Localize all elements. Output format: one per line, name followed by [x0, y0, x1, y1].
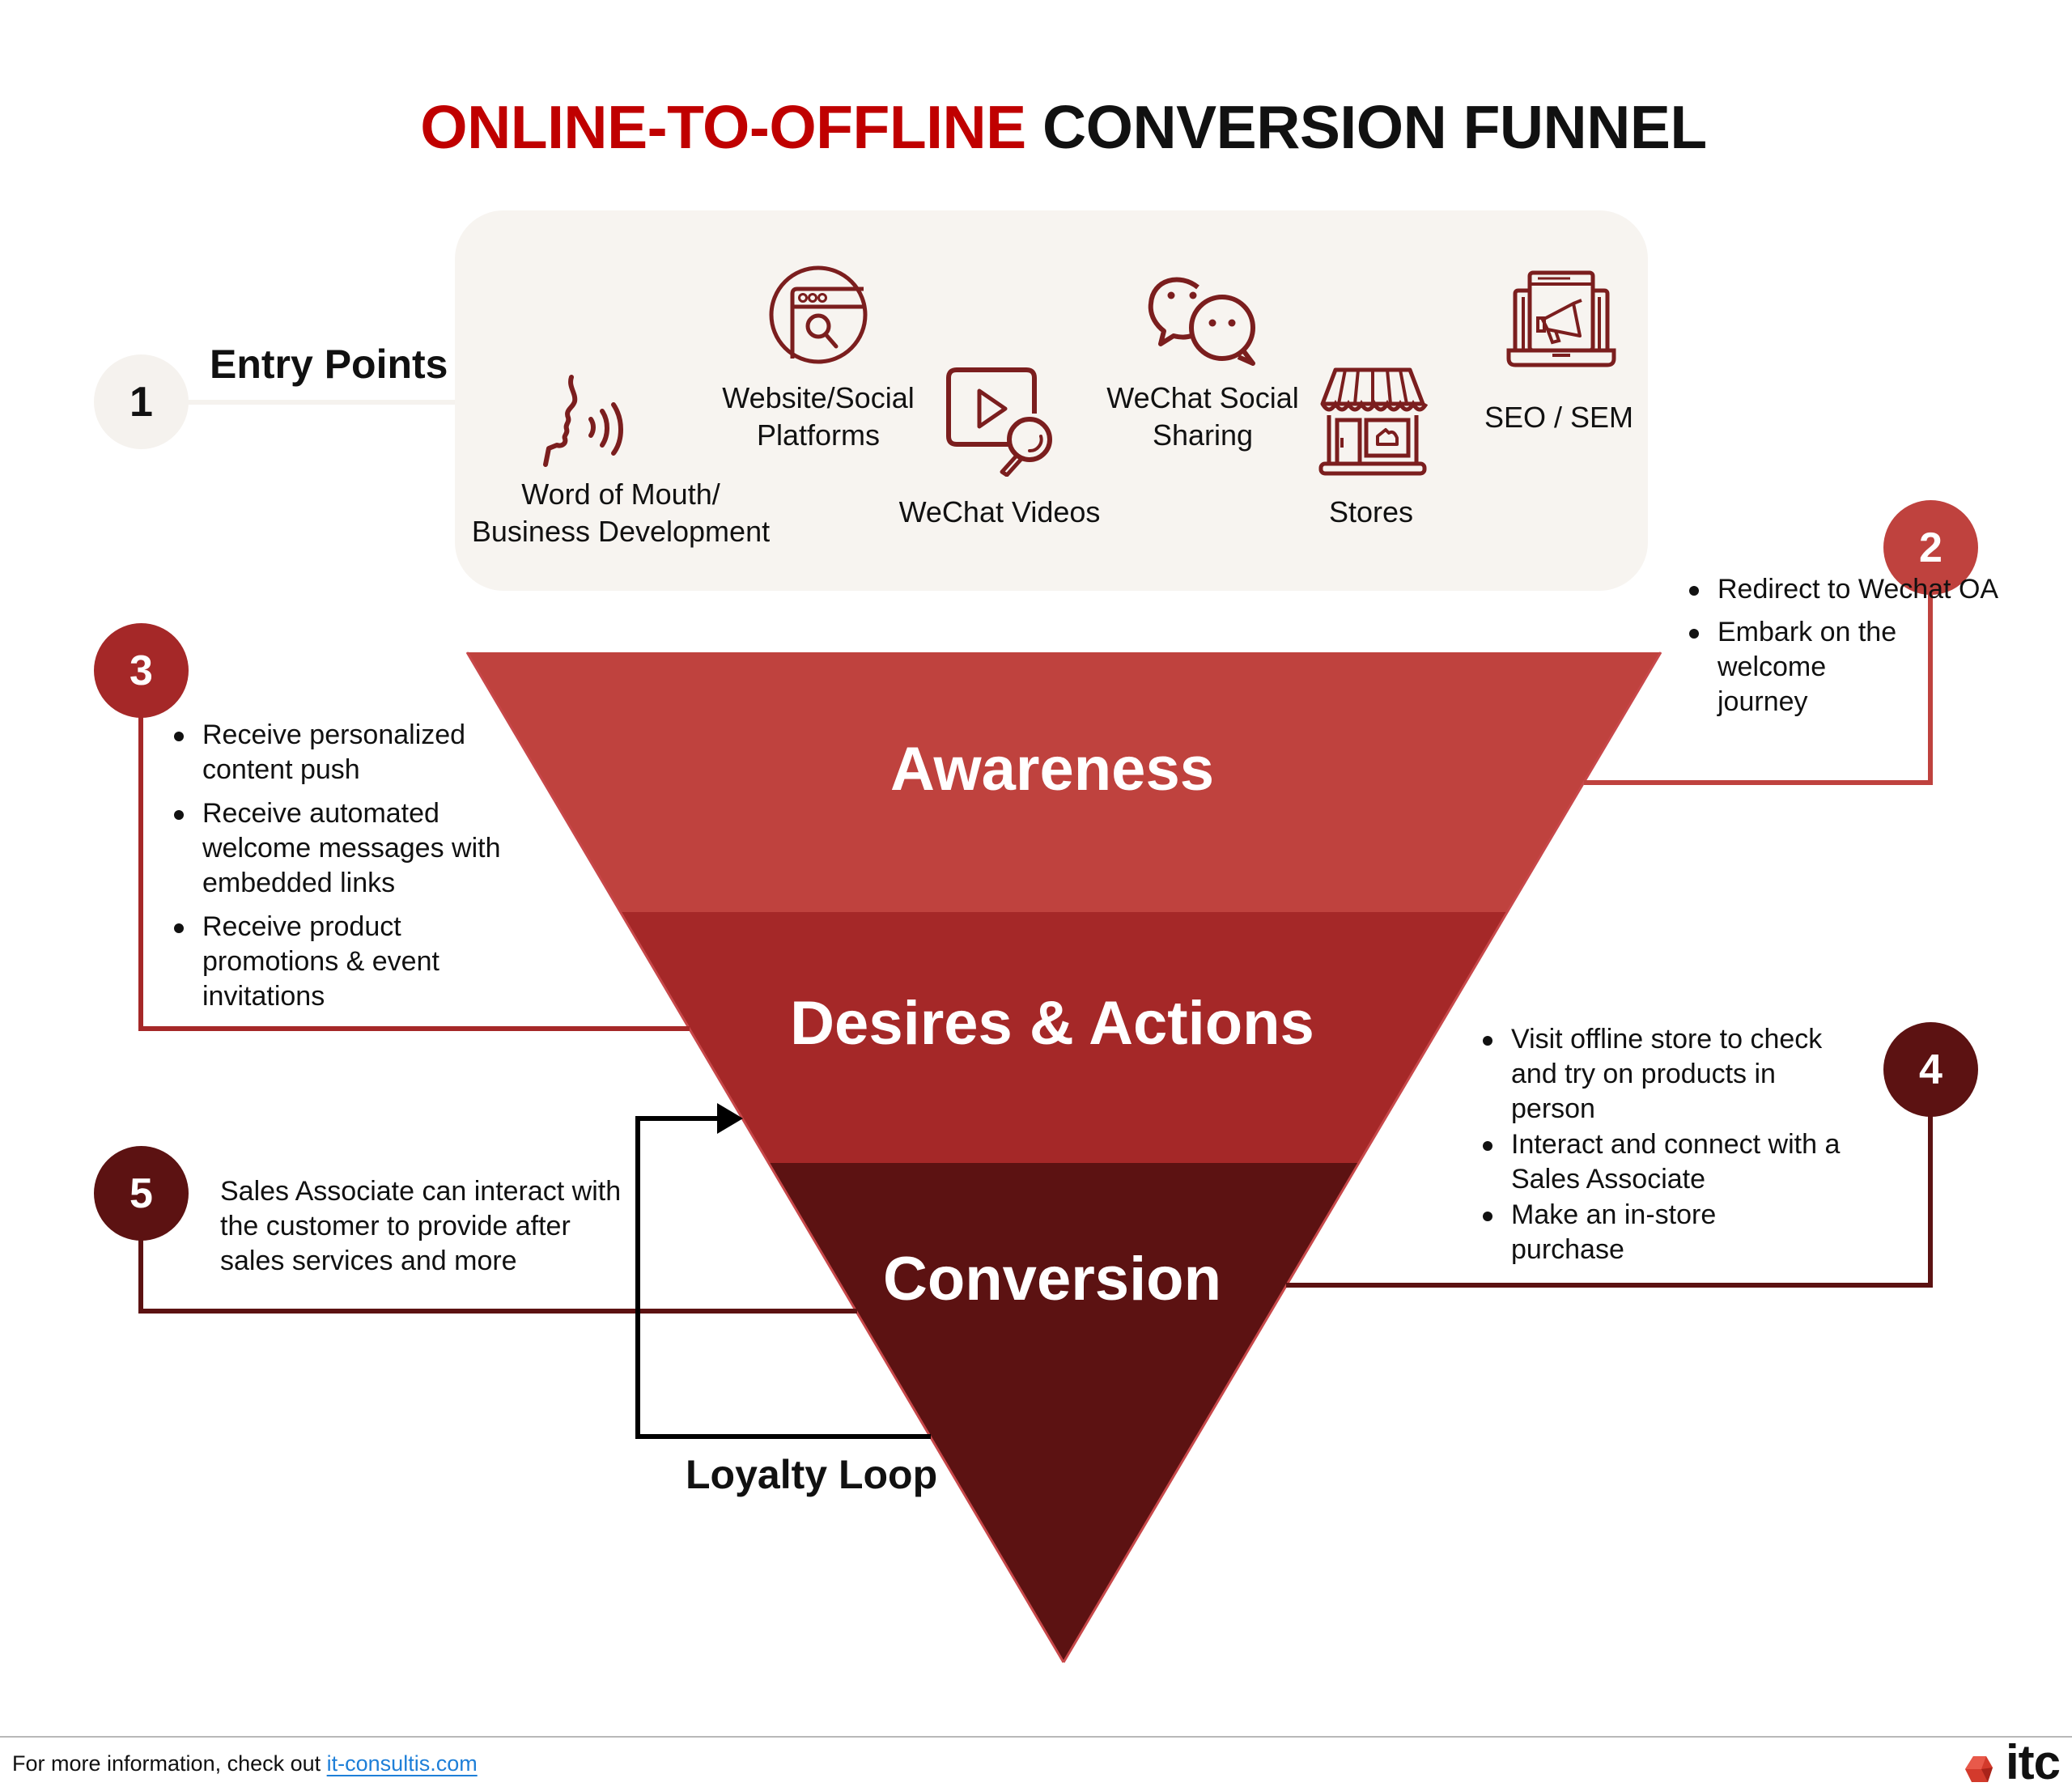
step-5-description: Sales Associate can interact with the cu… [220, 1176, 622, 1276]
stage-label-awareness: Awareness [890, 735, 1214, 804]
stage-label-conversion: Conversion [882, 1245, 1222, 1314]
entry-label-line: Business Development [471, 515, 771, 548]
wechat-icon [1148, 277, 1255, 366]
storefront-icon [1318, 367, 1428, 476]
page-title: ONLINE-TO-OFFLINE CONVERSION FUNNEL [0, 97, 2072, 158]
title-highlight: ONLINE-TO-OFFLINE [420, 93, 1026, 161]
step-4-list: Visit offline store to check and try on … [1483, 1022, 1883, 1267]
entry-label-line: Stores [1328, 495, 1414, 528]
logo-gem-icon [1965, 1756, 1993, 1782]
list-item: Visit offline store to check and try on … [1483, 1022, 1867, 1127]
list-item: Make an in-store purchase [1483, 1198, 1754, 1267]
entry-label-line: Website/Social [722, 381, 915, 414]
funnel-stage-conversion [769, 1163, 1359, 1662]
laptop-megaphone-icon [1506, 270, 1616, 367]
footer-note: For more information, check out it-consu… [12, 1751, 478, 1776]
speaking-face-icon [543, 375, 623, 467]
title-rest: CONVERSION FUNNEL [1042, 93, 1707, 161]
browser-search-icon [769, 265, 868, 364]
entry-label-line: Platforms [756, 418, 881, 452]
video-search-icon [946, 367, 1052, 477]
footer-text: For more information, check out [12, 1751, 327, 1776]
footer-link[interactable]: it-consultis.com [327, 1751, 478, 1776]
list-item: Receive automated welcome messages with … [174, 796, 542, 901]
logo-wordmark: itc [2006, 1735, 2061, 1789]
entry-points-heading: Entry Points [210, 342, 448, 387]
loyalty-loop-label: Loyalty Loop [686, 1452, 938, 1497]
step-1-badge: 1 [94, 354, 189, 449]
stage-label-desires-actions: Desires & Actions [790, 989, 1314, 1058]
entry-label-wechat-social: WeChat Social Sharing [1106, 380, 1298, 454]
entry-label-line: Sharing [1152, 418, 1254, 452]
step-4-badge: 4 [1883, 1022, 1978, 1117]
entry-label-line: WeChat Social [1106, 381, 1299, 414]
entry-label-website-social: Website/Social Platforms [722, 380, 914, 454]
entry-label-seo-sem: SEO / SEM [1484, 399, 1633, 436]
step-2-list: Redirect to Wechat OA Embark on the welc… [1689, 572, 2057, 719]
entry-label-line: SEO / SEM [1484, 401, 1634, 434]
list-item: Embark on the welcome journey [1689, 615, 1912, 719]
step-3-badge: 3 [94, 623, 189, 718]
footer-divider [0, 1736, 2072, 1738]
entry-connector [162, 400, 455, 405]
entry-label-line: Word of Mouth/ [521, 477, 720, 511]
entry-label-word-of-mouth: Word of Mouth/ Business Development [472, 476, 770, 550]
step-5-badge: 5 [94, 1146, 189, 1241]
entry-label-stores: Stores [1329, 494, 1413, 531]
list-item: Receive product promotions & event invit… [174, 910, 478, 1014]
list-item: Interact and connect with a Sales Associ… [1483, 1127, 1867, 1197]
step-3-list: Receive personalized content push Receiv… [174, 718, 558, 1014]
list-item: Redirect to Wechat OA [1689, 572, 2057, 607]
entry-label-wechat-videos: WeChat Videos [899, 494, 1101, 531]
entry-label-line: WeChat Videos [898, 495, 1101, 528]
list-item: Receive personalized content push [174, 718, 494, 787]
